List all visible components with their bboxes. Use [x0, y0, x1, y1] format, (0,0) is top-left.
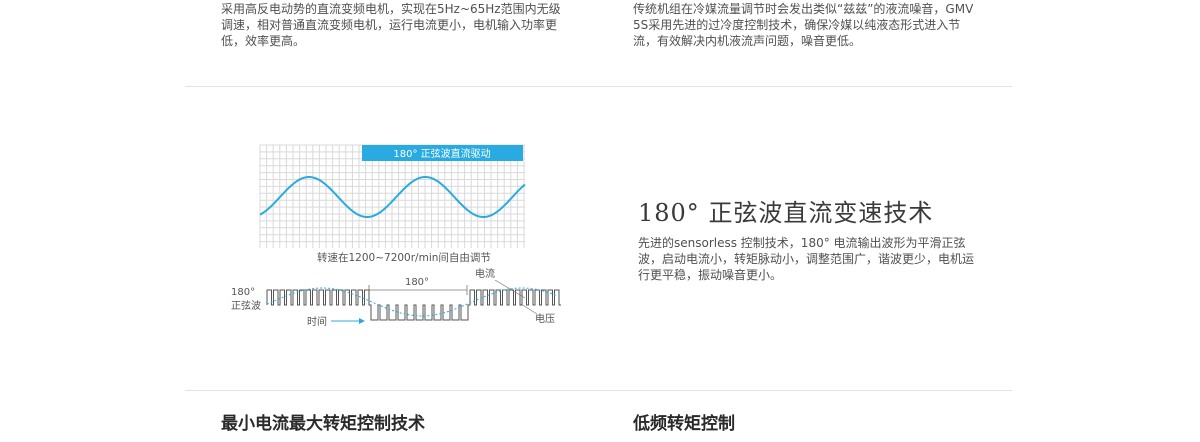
top-right-paragraph: 传统机组在冷媒流量调节时会发出类似“兹兹”的液流噪音，GMV 5S采用先进的过冷… [633, 2, 974, 48]
current-label: 电流 [475, 267, 495, 280]
pwm-pulse-train [266, 289, 561, 321]
voltage-label: 电压 [535, 312, 555, 325]
left-label-angle: 180° [231, 287, 255, 298]
top-left-paragraph: 采用高反电动势的直流变频电机，实现在5Hz~65Hz范围内无级调速，相对普通直流… [221, 2, 561, 48]
angle-label: 180° [405, 277, 429, 288]
divider-top [185, 86, 1012, 87]
left-label-sine: 正弦波 [231, 299, 261, 312]
speed-caption: 转速在1200~7200r/min间自由调节 [317, 251, 491, 264]
feature-description: 先进的sensorless 控制技术，180° 电流输出波形为平滑正弦波，启动电… [638, 236, 975, 282]
time-arrow-head [359, 318, 365, 324]
divider-bottom [185, 390, 1012, 391]
sine-wave-diagram: 180° 正弦波直流驱动 转速在1200~7200r/min间自由调节 180°… [231, 144, 561, 328]
diagram-banner-text: 180° 正弦波直流驱动 [393, 147, 490, 160]
bottom-right-title: 低频转矩控制 [633, 414, 735, 434]
current-pointer [494, 279, 526, 299]
bottom-left-title: 最小电流最大转矩控制技术 [221, 414, 425, 434]
feature-title: 180° 正弦波直流变速技术 [638, 199, 934, 227]
time-label: 时间 [307, 315, 327, 328]
